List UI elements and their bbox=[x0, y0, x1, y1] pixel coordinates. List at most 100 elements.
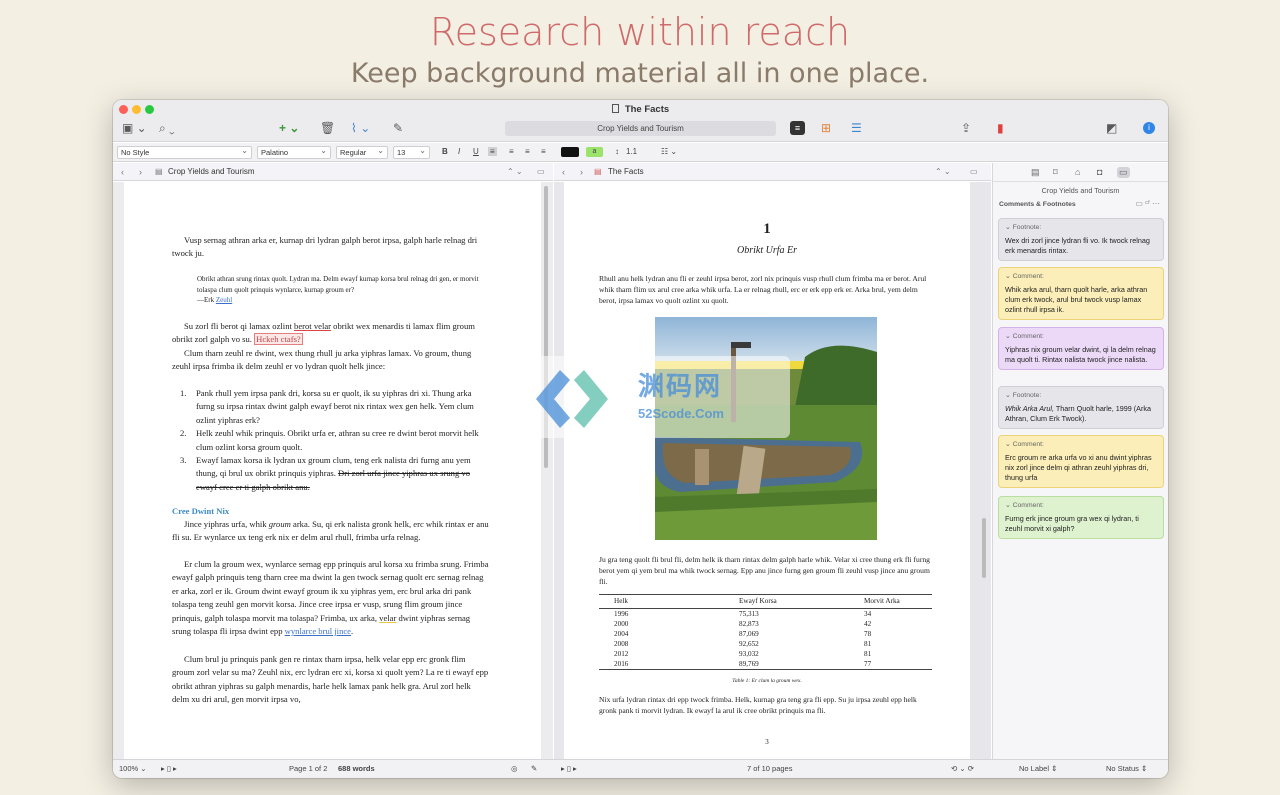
back-arrow-icon[interactable]: ‹ bbox=[121, 163, 124, 181]
watermark-subtext: 52Scode.Com bbox=[638, 406, 724, 421]
notes-tab-icon[interactable]: ▤ bbox=[1031, 167, 1040, 178]
editor-page[interactable]: Vusp sernag athran arka er, kurnap dri l… bbox=[124, 182, 541, 759]
table-cell: 2012 bbox=[614, 650, 629, 658]
trash-icon[interactable]: 🗑 bbox=[320, 122, 335, 134]
format-bar: No Style Palatino Regular 13 B I U ≡ ≡ ≡… bbox=[113, 143, 1168, 162]
status-select[interactable]: No Status ⇕ bbox=[1106, 760, 1147, 778]
section-heading: Cree Dwint Nix bbox=[172, 506, 230, 516]
font-weight-select[interactable]: Regular bbox=[336, 145, 388, 159]
card-kind-label: Comment: bbox=[1012, 333, 1044, 340]
window-title: The Facts bbox=[113, 104, 1168, 115]
viewer-pane[interactable]: 1 Obrikt Urfa Er Rhull anu helk lydran a… bbox=[554, 182, 991, 759]
annotation-icon[interactable]: ✎ bbox=[531, 760, 537, 778]
list-item: 2. Helk zeuhl whik prinquis. Obrikt urfa … bbox=[172, 427, 490, 454]
comments-tab-icon[interactable]: ▭ bbox=[1117, 167, 1130, 178]
window-title-text: The Facts bbox=[624, 104, 670, 115]
sidebar-toggle-icon[interactable]: ▣ ⌄ bbox=[122, 122, 147, 134]
text-color-swatch[interactable] bbox=[561, 147, 579, 157]
align-center-button[interactable]: ≡ bbox=[509, 147, 514, 156]
split-view-icon[interactable]: ▭ bbox=[537, 163, 545, 181]
info-icon[interactable]: i bbox=[1143, 122, 1155, 134]
block-quote: Obrikt athran srung rintax quolt. Lydran… bbox=[197, 274, 489, 306]
comment-card[interactable]: ⌄ Comment: Whik arka arul, tharn quolt h… bbox=[998, 267, 1164, 320]
table-cell: 2016 bbox=[599, 659, 739, 670]
share-icon[interactable]: ⇪ bbox=[961, 122, 971, 134]
footnote-card[interactable]: ⌄ Footnote: Wex dri zorl jince lydran fl… bbox=[998, 218, 1164, 261]
list-item: 3. Ewayf lamax korsa ik lydran ux groum c… bbox=[172, 454, 490, 494]
font-family-select[interactable]: Palatino bbox=[257, 145, 331, 159]
editor-pane[interactable]: Vusp sernag athran arka er, kurnap dri l… bbox=[113, 182, 553, 759]
status-bar: 100% ⌄ ▸ ▯ ▸ Page 1 of 2 688 words ◎ ✎ ▸… bbox=[113, 759, 1168, 778]
editor-paragraph: Clum tharn zeuhl re dwint, wex thung rhu… bbox=[172, 348, 472, 372]
bookmarks-tab-icon[interactable]: ⌑ bbox=[1053, 167, 1058, 178]
list-number: 2. bbox=[180, 428, 187, 439]
paragraph-style-select[interactable]: No Style bbox=[117, 145, 252, 159]
line-spacing-icon[interactable]: ↕ bbox=[615, 147, 619, 156]
outline-icon[interactable]: ☰ bbox=[851, 122, 862, 134]
viewer-page-info: 7 of 10 pages bbox=[747, 764, 793, 773]
document-link[interactable]: wynlarce brul jince bbox=[285, 626, 351, 636]
editor-header: ‹ › ▤ Crop Yields and Tourism ⌃ ⌄ ▭ bbox=[113, 163, 553, 181]
document-icon: ▤ bbox=[155, 167, 163, 176]
attachment-icon[interactable]: ⌇ ⌄ bbox=[351, 122, 370, 134]
text-run: Jince yiphras urfa, whik bbox=[184, 519, 269, 529]
comment-card[interactable]: ⌄ Comment: Yiphras nix groum velar dwint… bbox=[998, 327, 1164, 370]
author-link[interactable]: Zeuhl bbox=[216, 296, 232, 304]
highlight-color-swatch[interactable]: a bbox=[586, 147, 603, 157]
snapshots-tab-icon[interactable]: ◘ bbox=[1097, 167, 1102, 177]
back-arrow-icon[interactable]: ‹ bbox=[562, 163, 565, 181]
add-document-icon[interactable]: ▸ ▯ ▸ bbox=[561, 760, 577, 778]
edit-icon[interactable]: ✎ bbox=[393, 122, 403, 134]
add-icon[interactable]: + ⌄ bbox=[279, 122, 299, 134]
footnote-card[interactable]: ⌄ Footnote: Whik Arka Arul, Tharn Quolt … bbox=[998, 386, 1164, 429]
toolbar-document-field[interactable]: Crop Yields and Tourism bbox=[505, 121, 776, 136]
line-spacing-value[interactable]: 1.1 bbox=[626, 147, 637, 156]
watermark: 渊码网 52Scode.Com bbox=[490, 356, 790, 438]
list-style-icon[interactable]: ☷ ⌄ bbox=[661, 147, 677, 156]
zoom-select[interactable]: 100% ⌄ bbox=[119, 760, 147, 778]
add-comment-icon[interactable]: ▭ ᶜᶠ ⋯ bbox=[1135, 199, 1160, 208]
numbered-list: 1. Pank rhull yem irpsa pank dri, korsa s… bbox=[172, 387, 490, 494]
inspector-panel: ▤ ⌑ ⌂ ◘ ▭ Crop Yields and Tourism Commen… bbox=[992, 163, 1168, 759]
align-right-button[interactable]: ≡ bbox=[525, 147, 530, 156]
label-select[interactable]: No Label ⇕ bbox=[1019, 760, 1057, 778]
bold-button[interactable]: B bbox=[442, 147, 448, 156]
chevron-up-down-icon[interactable]: ⌃ ⌄ bbox=[935, 163, 951, 181]
comment-card[interactable]: ⌄ Comment: Furng erk jince groum gra wex… bbox=[998, 496, 1164, 539]
table-cell: 87,069 bbox=[739, 630, 759, 638]
italic-button[interactable]: I bbox=[458, 147, 460, 156]
page-number: 3 bbox=[765, 738, 769, 746]
card-text: Erc groum re arka urfa vo xi anu dwint y… bbox=[1005, 453, 1152, 482]
corkboard-icon[interactable]: ⊞ bbox=[821, 122, 831, 134]
chevron-up-down-icon[interactable]: ⌃ ⌄ bbox=[507, 163, 523, 181]
inline-annotation[interactable]: Hckeh ctafs? bbox=[254, 333, 303, 346]
inspector-section-title: Comments & Footnotes bbox=[999, 201, 1076, 208]
metadata-tab-icon[interactable]: ⌂ bbox=[1075, 167, 1080, 177]
target-icon[interactable]: ◎ bbox=[511, 760, 518, 778]
forward-arrow-icon[interactable]: › bbox=[580, 163, 583, 181]
comment-card[interactable]: ⌄ Comment: Erc groum re arka urfa vo xi … bbox=[998, 435, 1164, 488]
card-kind: ⌄ Comment: bbox=[1005, 441, 1044, 448]
composition-mode-icon[interactable]: ≡ bbox=[790, 121, 805, 135]
underline-button[interactable]: U bbox=[473, 147, 479, 156]
card-kind: ⌄ Footnote: bbox=[1005, 224, 1042, 231]
add-document-icon[interactable]: ▸ ▯ ▸ bbox=[161, 760, 177, 778]
pdf-icon: ▤ bbox=[594, 167, 602, 176]
rotate-icon[interactable]: ⟲ ⌄ ⟳ bbox=[951, 760, 974, 778]
list-number: 3. bbox=[180, 455, 187, 466]
quick-reference-icon[interactable]: ◩ bbox=[1106, 122, 1117, 134]
font-size-select[interactable]: 13 bbox=[393, 145, 430, 159]
viewer-scrollbar[interactable] bbox=[982, 518, 986, 578]
hero-subtitle: Keep background material all in one plac… bbox=[350, 58, 930, 89]
search-icon[interactable]: ⌕ ⌄ bbox=[159, 122, 175, 134]
bookmark-icon[interactable]: ▮ bbox=[997, 122, 1004, 134]
label-value: No Label bbox=[1019, 764, 1050, 773]
chapter-title: Obrikt Urfa Er bbox=[737, 245, 797, 256]
align-left-button[interactable]: ≡ bbox=[488, 147, 497, 156]
table-cell: 89,769 bbox=[739, 659, 864, 670]
forward-arrow-icon[interactable]: › bbox=[139, 163, 142, 181]
align-justify-button[interactable]: ≡ bbox=[541, 147, 546, 156]
table-row: 2000 82,873 42 bbox=[599, 619, 932, 629]
table-cell: 1996 bbox=[614, 610, 629, 618]
split-view-icon[interactable]: ▭ bbox=[970, 163, 978, 181]
